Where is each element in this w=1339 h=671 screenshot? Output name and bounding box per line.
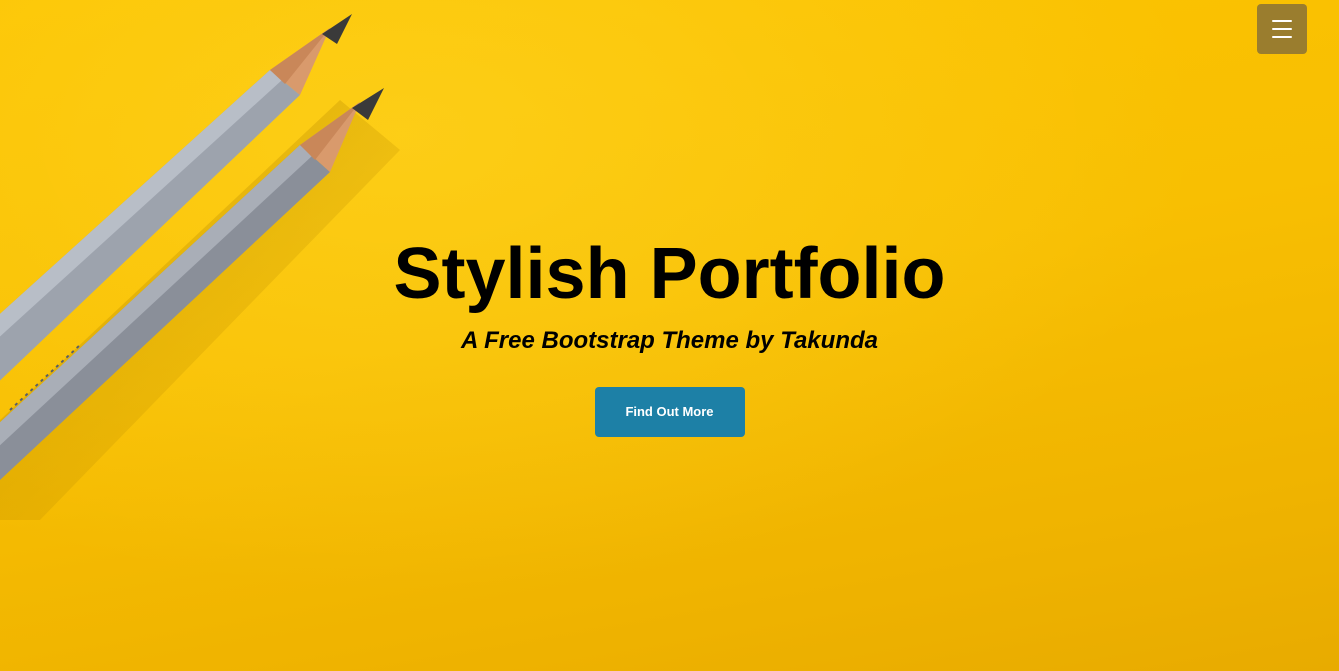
hamburger-icon — [1272, 20, 1292, 38]
menu-toggle-button[interactable] — [1257, 4, 1307, 54]
page-subtitle: A Free Bootstrap Theme by Takunda — [461, 327, 878, 354]
hero-content: Stylish Portfolio A Free Bootstrap Theme… — [0, 236, 1339, 437]
find-out-more-button[interactable]: Find Out More — [594, 387, 745, 437]
page-title: Stylish Portfolio — [393, 234, 946, 314]
hero-section: Stylish Portfolio A Free Bootstrap Theme… — [0, 0, 1339, 671]
